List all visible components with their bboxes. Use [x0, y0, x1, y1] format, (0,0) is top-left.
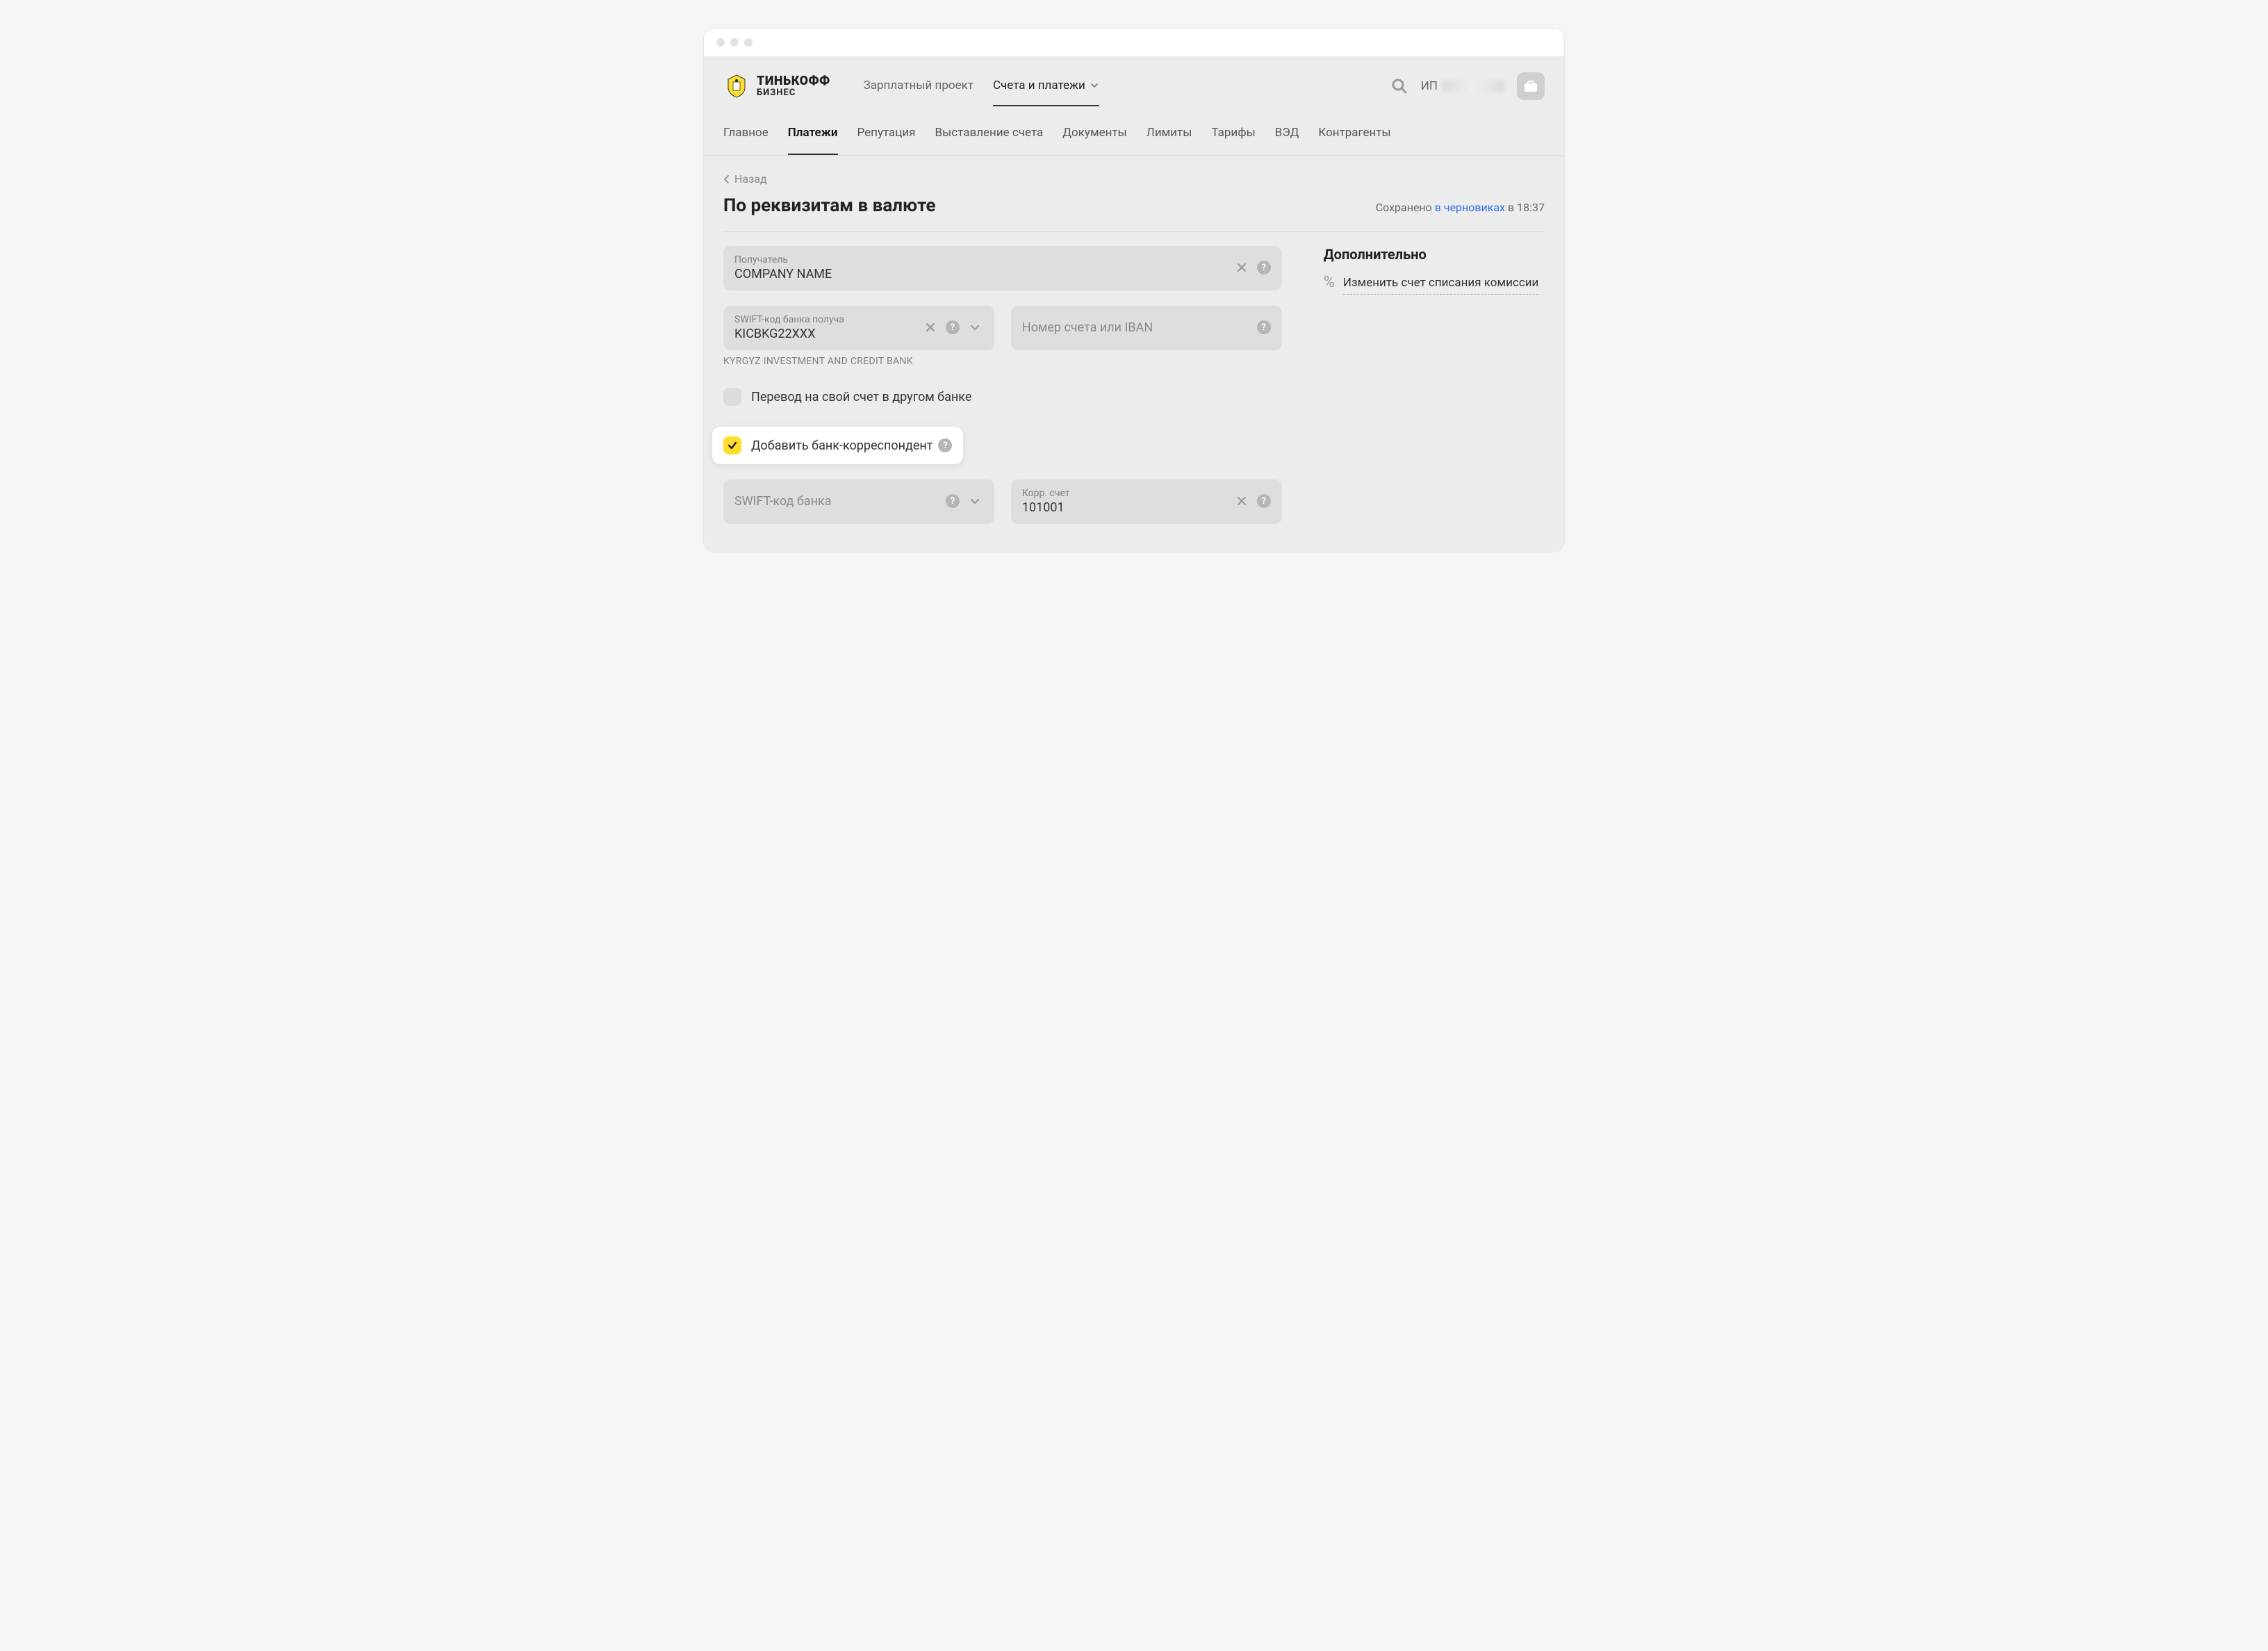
recipient-label: Получатель	[734, 254, 1228, 265]
own-account-label: Перевод на свой счет в другом банке	[751, 390, 971, 404]
briefcase-icon[interactable]	[1517, 72, 1545, 100]
logo[interactable]: ТИНЬКОФФ БИЗНЕС	[723, 73, 830, 99]
sub-nav-payments[interactable]: Платежи	[788, 112, 838, 155]
sub-nav-invoice[interactable]: Выставление счета	[935, 112, 1044, 155]
browser-titlebar	[704, 28, 1564, 56]
recipient-value: COMPANY NAME	[734, 267, 1228, 281]
app-root: ТИНЬКОФФ БИЗНЕС Зарплатный проект Счета …	[704, 56, 1564, 552]
browser-frame: ТИНЬКОФФ БИЗНЕС Зарплатный проект Счета …	[703, 28, 1565, 552]
corr-swift-placeholder: SWIFT-код банка	[734, 494, 940, 509]
saved-status: Сохранено в черновиках в 18:37	[1376, 201, 1545, 214]
header: ТИНЬКОФФ БИЗНЕС Зарплатный проект Счета …	[704, 56, 1564, 106]
recipient-field[interactable]: Получатель COMPANY NAME ?	[723, 246, 1282, 290]
swift-value: KICBKG22XXX	[734, 327, 917, 341]
sub-nav-ved[interactable]: ВЭД	[1275, 112, 1299, 155]
help-icon[interactable]: ?	[946, 320, 960, 334]
search-icon[interactable]	[1390, 77, 1408, 95]
corr-account-field[interactable]: Корр. счет 101001 ?	[1011, 479, 1282, 524]
window-dot	[716, 38, 725, 47]
top-nav-label: Счета и платежи	[993, 79, 1085, 92]
chevron-down-icon[interactable]	[967, 493, 983, 509]
corr-account-label: Корр. счет	[1022, 488, 1228, 499]
chevron-down-icon	[1090, 81, 1099, 90]
swift-bank-name: KYRGYZ INVESTMENT AND CREDIT BANK	[723, 356, 1282, 367]
sub-nav-reputation[interactable]: Репутация	[857, 112, 916, 155]
own-account-checkbox[interactable]	[723, 388, 741, 406]
sub-nav-documents[interactable]: Документы	[1062, 112, 1127, 155]
sub-nav-main[interactable]: Главное	[723, 112, 769, 155]
drafts-link[interactable]: в черновиках	[1435, 201, 1505, 214]
side-title: Дополнительно	[1324, 246, 1545, 263]
sub-nav-counterparties[interactable]: Контрагенты	[1318, 112, 1390, 155]
logo-text: ТИНЬКОФФ БИЗНЕС	[757, 75, 830, 98]
help-icon[interactable]: ?	[1257, 261, 1271, 274]
form-column: Получатель COMPANY NAME ?	[723, 246, 1282, 524]
add-correspondent-label: Добавить банк-корреспондент ?	[751, 438, 952, 453]
swift-field[interactable]: SWIFT-код банка получа KICBKG22XXX ?	[723, 306, 994, 350]
main-columns: Получатель COMPANY NAME ?	[723, 246, 1545, 524]
clear-icon[interactable]	[1233, 493, 1250, 509]
top-nav-accounts-payments[interactable]: Счета и платежи	[993, 66, 1099, 106]
corr-swift-field[interactable]: SWIFT-код банка ?	[723, 479, 994, 524]
header-right: ИП	[1390, 72, 1545, 100]
iban-field[interactable]: Номер счета или IBAN ?	[1011, 306, 1282, 350]
user-name-redacted	[1442, 80, 1504, 92]
chevron-left-icon	[723, 174, 730, 184]
window-dot	[730, 38, 739, 47]
back-label: Назад	[734, 172, 767, 186]
window-dot	[744, 38, 753, 47]
change-commission-account-link[interactable]: % Изменить счет списания комиссии	[1324, 274, 1545, 295]
sub-nav-limits[interactable]: Лимиты	[1147, 112, 1192, 155]
corr-account-value: 101001	[1022, 500, 1228, 515]
percent-icon: %	[1324, 274, 1335, 291]
page-title: По реквизитам в валюте	[723, 195, 936, 216]
top-nav-salary-project[interactable]: Зарплатный проект	[864, 66, 973, 106]
help-icon[interactable]: ?	[1257, 320, 1271, 334]
add-correspondent-row: Добавить банк-корреспондент ?	[712, 427, 963, 464]
user-prefix: ИП	[1421, 79, 1438, 93]
content: Назад По реквизитам в валюте Сохранено в…	[704, 156, 1564, 552]
help-icon[interactable]: ?	[946, 494, 960, 508]
sub-nav: Главное Платежи Репутация Выставление сч…	[704, 112, 1564, 156]
iban-placeholder: Номер счета или IBAN	[1022, 320, 1251, 335]
add-correspondent-checkbox[interactable]	[723, 436, 741, 454]
own-account-row: Перевод на свой счет в другом банке	[723, 382, 1282, 411]
help-icon[interactable]: ?	[938, 438, 952, 452]
sub-nav-tariffs[interactable]: Тарифы	[1211, 112, 1255, 155]
clear-icon[interactable]	[1233, 259, 1250, 276]
side-column: Дополнительно % Изменить счет списания к…	[1324, 246, 1545, 524]
logo-icon	[723, 73, 750, 99]
title-row: По реквизитам в валюте Сохранено в черно…	[723, 195, 1545, 232]
chevron-down-icon[interactable]	[967, 319, 983, 336]
help-icon[interactable]: ?	[1257, 494, 1271, 508]
top-nav: Зарплатный проект Счета и платежи	[864, 66, 1099, 106]
clear-icon[interactable]	[922, 319, 939, 336]
user-label[interactable]: ИП	[1421, 79, 1504, 93]
back-link[interactable]: Назад	[723, 172, 767, 186]
swift-label: SWIFT-код банка получа	[734, 314, 917, 325]
side-link-text: Изменить счет списания комиссии	[1343, 274, 1538, 295]
